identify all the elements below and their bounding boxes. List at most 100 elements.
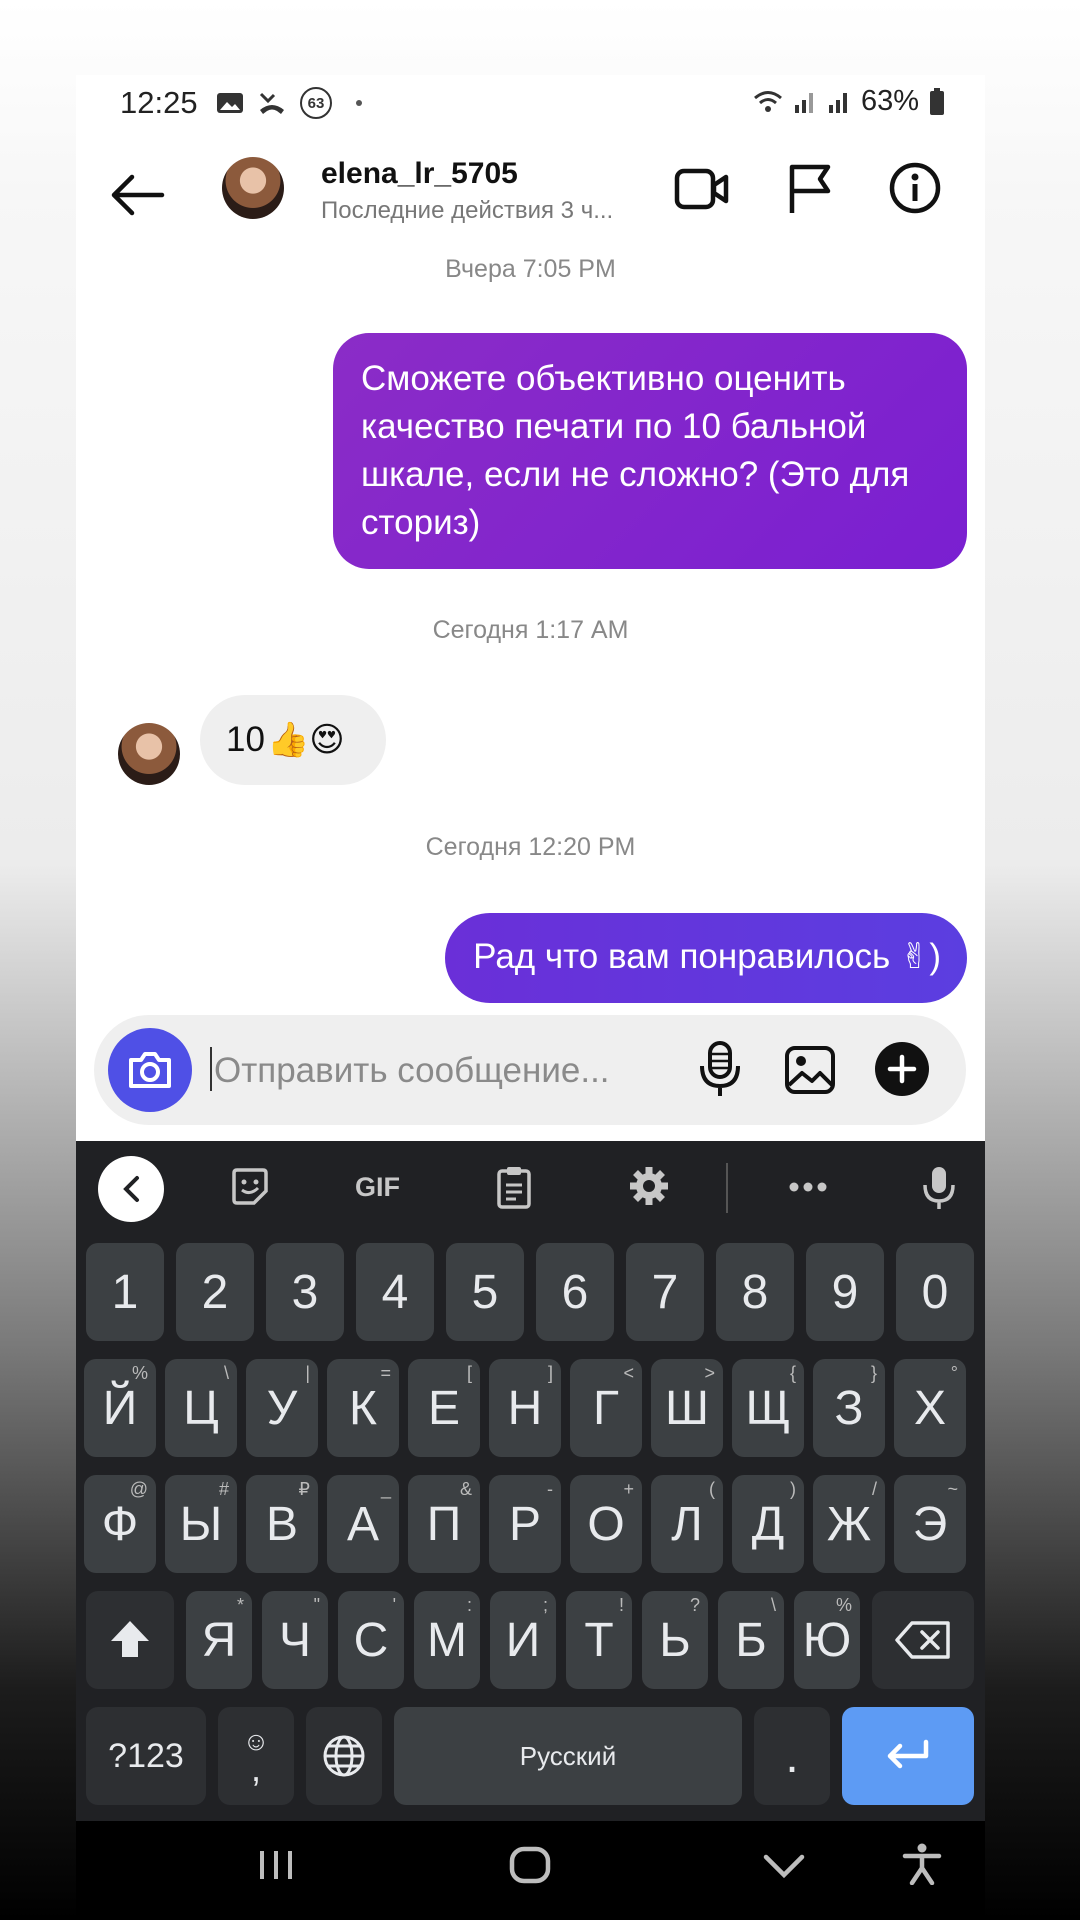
signal-icon-2	[828, 92, 847, 113]
accessibility-icon[interactable]	[902, 1843, 942, 1885]
outgoing-message-1[interactable]: Сможете объективно оценить качество печа…	[333, 333, 967, 569]
status-time: 12:25	[120, 85, 198, 120]
key-letter[interactable]: Т!	[566, 1591, 632, 1689]
key-letter[interactable]: Ш >	[651, 1359, 723, 1457]
key-letter[interactable]: Ь?	[642, 1591, 708, 1689]
contact-avatar[interactable]	[222, 157, 284, 219]
contact-activity-status: Последние действия 3 ч...	[321, 197, 614, 224]
key-0[interactable]: 0	[896, 1243, 974, 1341]
key-letter[interactable]: А _	[327, 1475, 399, 1573]
globe-icon	[323, 1735, 365, 1777]
more-notifications-dot	[356, 100, 362, 106]
key-letter[interactable]: И;	[490, 1591, 556, 1689]
symbols-key[interactable]: ?123	[86, 1707, 206, 1805]
clipboard-icon[interactable]	[496, 1165, 532, 1209]
camera-button[interactable]	[108, 1028, 192, 1112]
key-letter[interactable]: Ц \	[165, 1359, 237, 1457]
toolbar-separator	[726, 1163, 728, 1213]
key-7[interactable]: 7	[626, 1243, 704, 1341]
key-letter[interactable]: М:	[414, 1591, 480, 1689]
key-letter[interactable]: Й%	[84, 1359, 156, 1457]
toolbar-collapse-button[interactable]	[98, 1156, 164, 1222]
key-6[interactable]: 6	[536, 1243, 614, 1341]
status-bar: 12:25 63 63%	[76, 75, 985, 131]
message-composer: Отправить сообщение...	[94, 1015, 966, 1125]
incoming-message-1[interactable]: 10 👍😍	[200, 695, 386, 785]
phone-screen: 12:25 63 63% elena_lr_5705 Последние дей…	[76, 75, 985, 1920]
report-flag-icon[interactable]	[786, 163, 834, 215]
keyboard-toolbar: GIF	[76, 1141, 985, 1237]
battery-icon	[930, 87, 944, 115]
period-key[interactable]: .	[754, 1707, 830, 1805]
key-letter[interactable]: С '	[338, 1591, 404, 1689]
microphone-icon[interactable]	[698, 1040, 742, 1098]
key-letter[interactable]: Е[	[408, 1359, 480, 1457]
back-arrow-icon[interactable]	[110, 173, 166, 217]
key-letter[interactable]: Ф @	[84, 1475, 156, 1573]
shift-key[interactable]	[86, 1591, 174, 1689]
timestamp-2: Сегодня 1:17 AM	[432, 616, 629, 644]
key-letter[interactable]: Я *	[186, 1591, 252, 1689]
key-9[interactable]: 9	[806, 1243, 884, 1341]
key-letter[interactable]: Р-	[489, 1475, 561, 1573]
outgoing-message-2[interactable]: Рад что вам понравилось ✌)	[445, 913, 967, 1003]
chevron-left-icon	[123, 1176, 139, 1202]
key-letter[interactable]: Ч "	[262, 1591, 328, 1689]
backspace-icon	[895, 1621, 950, 1659]
enter-key[interactable]	[842, 1707, 974, 1805]
sticker-icon[interactable]	[230, 1167, 270, 1207]
text-caret	[210, 1047, 212, 1091]
key-letter[interactable]: В ₽	[246, 1475, 318, 1573]
key-2[interactable]: 2	[176, 1243, 254, 1341]
comma-emoji-key[interactable]: ☺ ,	[218, 1707, 294, 1805]
gallery-icon[interactable]	[784, 1045, 836, 1095]
battery-percent: 63%	[860, 85, 919, 117]
key-letter[interactable]: Щ{	[732, 1359, 804, 1457]
key-letter[interactable]: Ж /	[813, 1475, 885, 1573]
add-plus-icon[interactable]	[874, 1041, 930, 1097]
key-letter[interactable]: У |	[246, 1359, 318, 1457]
missed-call-icon	[259, 92, 284, 114]
sender-avatar[interactable]	[118, 723, 180, 785]
back-chevron-down-icon[interactable]	[762, 1851, 806, 1881]
key-letter[interactable]: Н]	[489, 1359, 561, 1457]
gallery-notification-icon	[217, 93, 243, 113]
more-options-icon[interactable]	[788, 1181, 828, 1193]
info-icon[interactable]	[888, 161, 942, 215]
key-letter[interactable]: О +	[570, 1475, 642, 1573]
key-letter[interactable]: Х °	[894, 1359, 966, 1457]
key-letter[interactable]: Б \	[718, 1591, 784, 1689]
key-letter[interactable]: З}	[813, 1359, 885, 1457]
incoming-message-text: 10	[226, 720, 265, 759]
key-letter[interactable]: Л(	[651, 1475, 723, 1573]
key-letter[interactable]: Э ~	[894, 1475, 966, 1573]
keyboard: GIF 1 2 3 4 5 6 7 8 9 0 Й % Ц \ У | К = …	[76, 1141, 985, 1821]
shift-arrow-icon	[111, 1621, 149, 1657]
key-letter[interactable]: К =	[327, 1359, 399, 1457]
recent-apps-icon[interactable]	[256, 1847, 296, 1883]
camera-icon	[129, 1052, 171, 1088]
key-letter[interactable]: Д)	[732, 1475, 804, 1573]
settings-gear-icon[interactable]	[628, 1165, 670, 1207]
home-icon[interactable]	[508, 1845, 552, 1885]
language-key[interactable]	[306, 1707, 382, 1805]
space-key[interactable]: Русский	[394, 1707, 742, 1805]
message-input[interactable]: Отправить сообщение...	[214, 1051, 610, 1091]
key-letter[interactable]: Ы #	[165, 1475, 237, 1573]
key-4[interactable]: 4	[356, 1243, 434, 1341]
notification-count-badge: 63	[300, 87, 332, 119]
video-call-icon[interactable]	[674, 165, 730, 213]
backspace-key[interactable]	[872, 1591, 974, 1689]
signal-icon-1	[794, 92, 813, 113]
key-1[interactable]: 1	[86, 1243, 164, 1341]
key-5[interactable]: 5	[446, 1243, 524, 1341]
key-letter[interactable]: П &	[408, 1475, 480, 1573]
voice-input-icon[interactable]	[922, 1165, 956, 1211]
key-3[interactable]: 3	[266, 1243, 344, 1341]
enter-arrow-icon	[887, 1739, 929, 1769]
contact-username[interactable]: elena_lr_5705	[321, 157, 518, 191]
key-letter[interactable]: Ю%	[794, 1591, 860, 1689]
key-8[interactable]: 8	[716, 1243, 794, 1341]
gif-button[interactable]: GIF	[355, 1172, 400, 1203]
key-letter[interactable]: Г <	[570, 1359, 642, 1457]
